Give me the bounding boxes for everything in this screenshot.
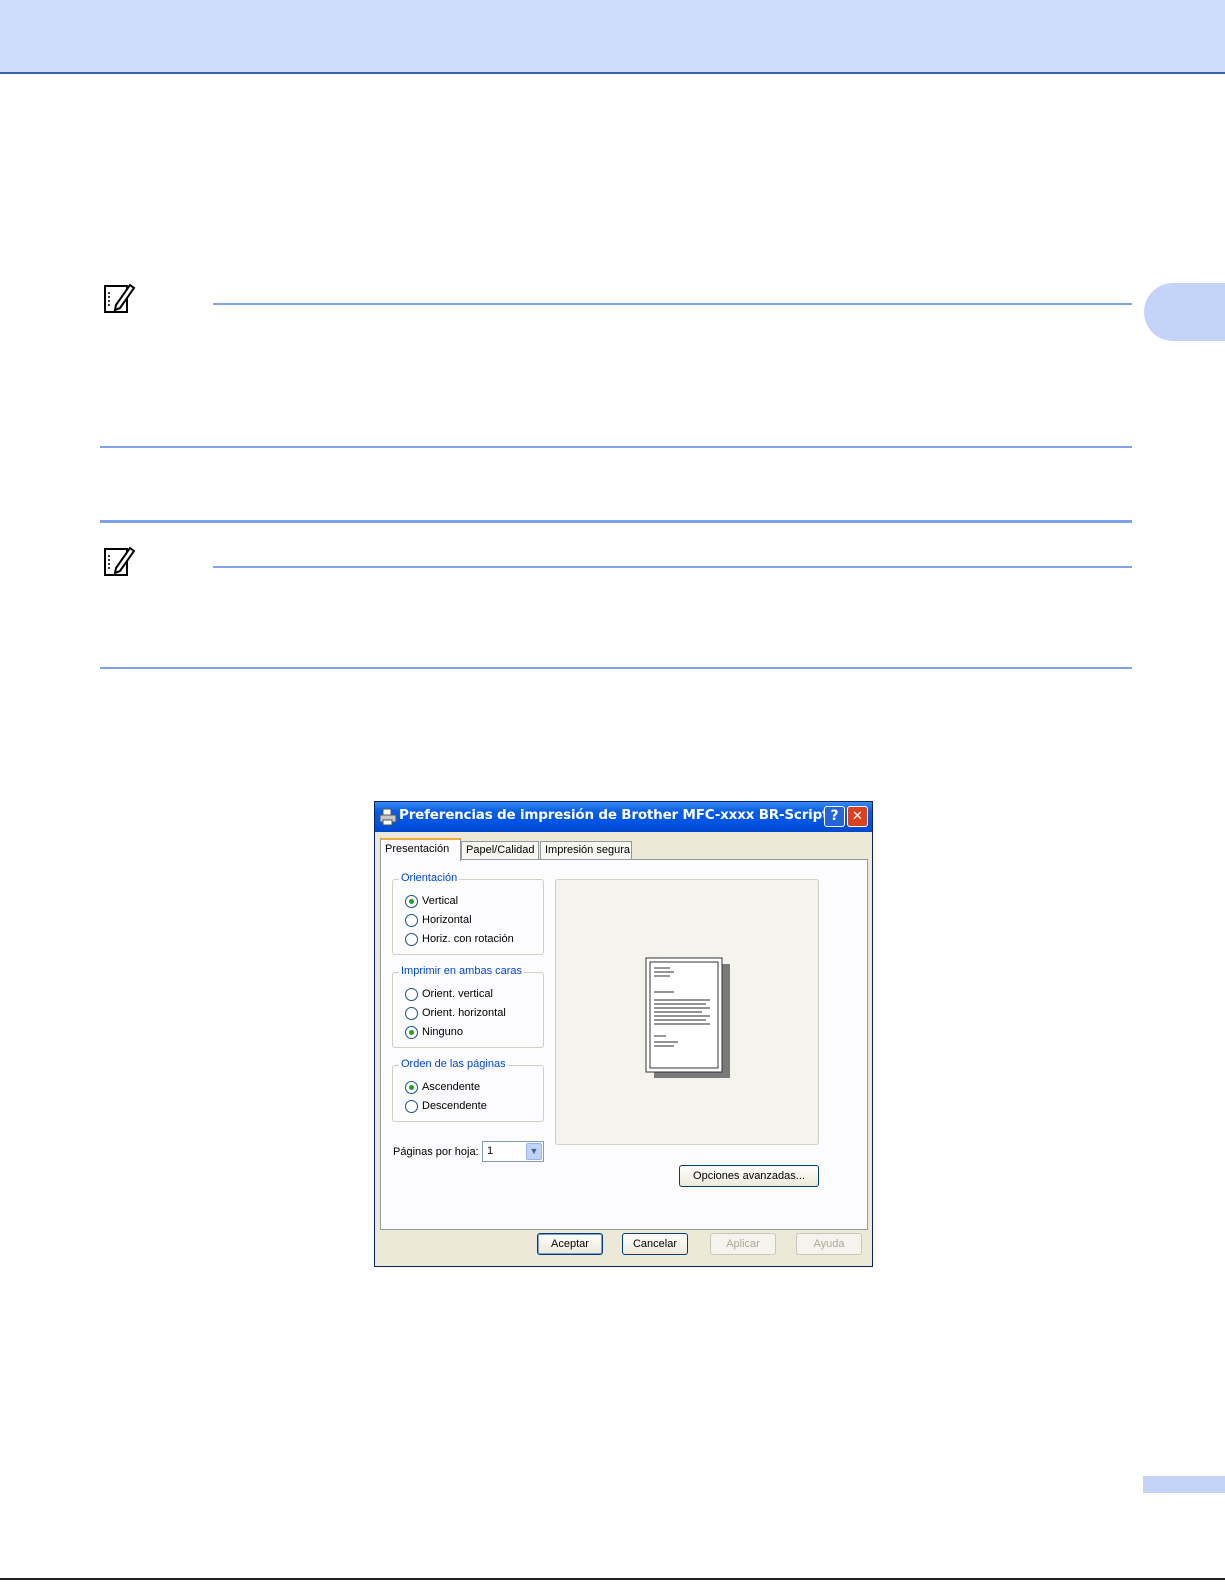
tab-impresion-segura[interactable]: Impresión segura [540, 841, 632, 860]
manual-page: Preferencias de impresión de Brother MFC… [0, 0, 1225, 1585]
radio-ninguno[interactable]: Ninguno [405, 1024, 463, 1040]
orientation-group: Orientación Vertical Horizontal Horiz. c… [392, 872, 544, 955]
cancel-button[interactable]: Cancelar [622, 1233, 688, 1255]
page-preview-icon [645, 957, 730, 1078]
radio-icon [405, 1099, 418, 1113]
tab-presentacion[interactable]: Presentación [380, 838, 461, 861]
radio-icon [405, 987, 418, 1001]
orientation-label: Orientación [399, 872, 460, 884]
dialog-title: Preferencias de impresión de Brother MFC… [399, 807, 838, 823]
page-order-group: Orden de las páginas Ascendente Descende… [392, 1058, 544, 1122]
note-rule-top [213, 566, 1132, 568]
radio-vertical[interactable]: Vertical [405, 893, 458, 909]
radio-icon [405, 932, 418, 946]
section-rule [100, 520, 1132, 523]
radio-orient-horizontal[interactable]: Orient. horizontal [405, 1005, 506, 1021]
radio-selected-icon [405, 1080, 418, 1094]
note-rule-top [213, 303, 1132, 305]
pages-per-sheet-value: 1 [487, 1145, 494, 1157]
apply-button[interactable]: Aplicar [710, 1233, 776, 1255]
note-icon [104, 283, 136, 313]
radio-ascendente[interactable]: Ascendente [405, 1079, 480, 1095]
duplex-group: Imprimir en ambas caras Orient. vertical… [392, 965, 544, 1048]
close-button[interactable]: ✕ [847, 806, 868, 827]
duplex-label: Imprimir en ambas caras [399, 965, 525, 977]
header-band [0, 0, 1225, 74]
radio-selected-icon [405, 1025, 418, 1039]
chapter-tab [1144, 283, 1225, 341]
note-rule-bottom [100, 667, 1132, 669]
accept-button[interactable]: Aceptar [537, 1233, 603, 1255]
radio-horiz-rotacion[interactable]: Horiz. con rotación [405, 931, 514, 947]
print-preferences-dialog: Preferencias de impresión de Brother MFC… [374, 801, 873, 1267]
printer-icon [379, 808, 397, 826]
tab-panel: Orientación Vertical Horizontal Horiz. c… [380, 859, 868, 1230]
note-rule-bottom [100, 446, 1132, 448]
dialog-titlebar: Preferencias de impresión de Brother MFC… [375, 802, 872, 832]
help-button[interactable]: Ayuda [796, 1233, 862, 1255]
radio-icon [405, 913, 418, 927]
tab-papel-calidad[interactable]: Papel/Calidad [461, 841, 539, 860]
note-icon [104, 546, 136, 576]
page-order-label: Orden de las páginas [399, 1058, 508, 1070]
pages-per-sheet-label: Páginas por hoja: [393, 1146, 479, 1158]
page-number-tab [1143, 1476, 1225, 1493]
chevron-down-icon[interactable]: ▼ [526, 1143, 542, 1160]
footer-rule [0, 1578, 1225, 1580]
advanced-options-button[interactable]: Opciones avanzadas... [679, 1165, 819, 1187]
radio-icon [405, 1006, 418, 1020]
pages-per-sheet-select[interactable]: 1 ▼ [482, 1141, 544, 1162]
help-title-button[interactable]: ? [824, 806, 845, 827]
radio-descendente[interactable]: Descendente [405, 1098, 487, 1114]
radio-horizontal[interactable]: Horizontal [405, 912, 472, 928]
layout-preview [555, 879, 819, 1145]
radio-selected-icon [405, 894, 418, 908]
radio-orient-vertical[interactable]: Orient. vertical [405, 986, 493, 1002]
